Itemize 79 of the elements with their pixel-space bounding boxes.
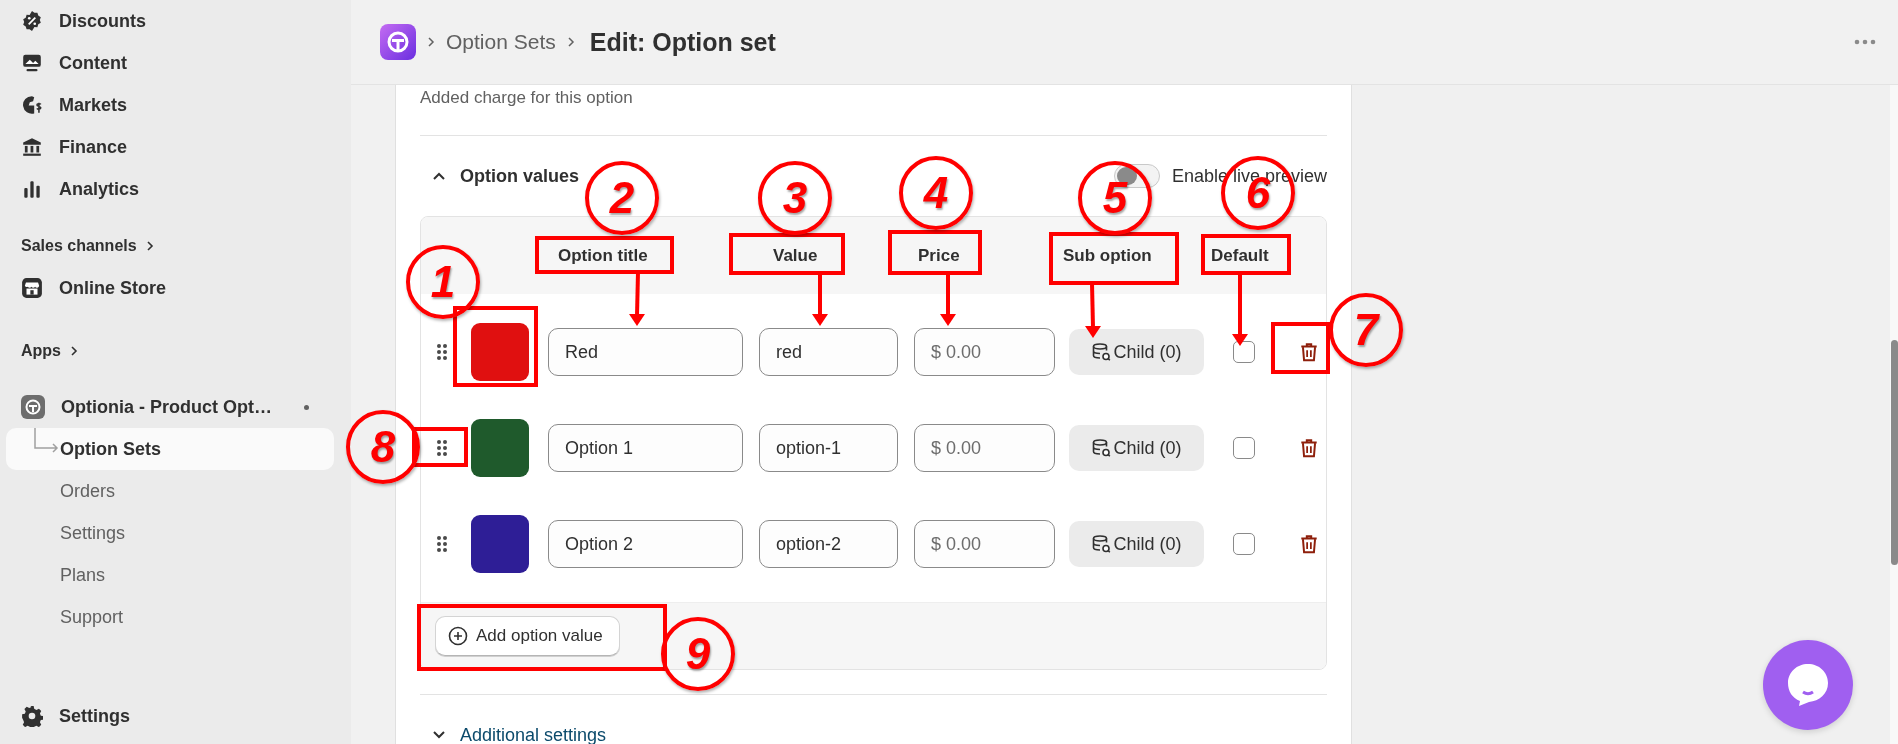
color-swatch[interactable] xyxy=(471,515,529,573)
sub-nav-item[interactable]: Option Sets xyxy=(6,428,334,470)
drag-handle-icon[interactable] xyxy=(435,534,449,554)
default-checkbox[interactable] xyxy=(1233,437,1255,459)
chevron-down-icon xyxy=(432,730,446,740)
chat-bubble-icon xyxy=(1786,662,1830,708)
option-title-field[interactable]: Option 1 xyxy=(548,424,743,472)
trash-icon[interactable] xyxy=(1298,437,1320,459)
column-header: Value xyxy=(772,245,819,266)
add-option-button[interactable]: Add option value xyxy=(435,616,620,656)
callout-number: 3 xyxy=(758,161,832,235)
storefront-icon xyxy=(21,277,43,299)
page-title: Edit: Option set xyxy=(589,27,776,57)
database-link-icon xyxy=(1091,342,1112,362)
breadcrumb-link[interactable]: Option Sets xyxy=(446,30,556,54)
nav-item[interactable]: Online Store xyxy=(0,267,351,309)
child-button[interactable]: Child (0) xyxy=(1069,329,1204,375)
globe-dollar-icon xyxy=(21,94,43,116)
price-field[interactable]: $ 0.00 xyxy=(914,520,1055,568)
bar-chart-icon xyxy=(21,178,43,200)
nav-item[interactable]: Analytics xyxy=(0,168,351,210)
column-header: Option title xyxy=(557,245,649,266)
callout-number: 9 xyxy=(661,617,735,691)
database-link-icon xyxy=(1091,438,1112,458)
nav-item[interactable]: Settings xyxy=(0,695,351,737)
sub-nav-item[interactable]: Settings xyxy=(6,512,334,554)
status-dot-icon xyxy=(304,404,309,410)
chevron-right-icon xyxy=(426,35,436,49)
column-header: Default xyxy=(1211,245,1269,266)
more-dots-icon xyxy=(1854,39,1876,45)
trash-icon[interactable] xyxy=(1298,533,1320,555)
chevron-right-icon xyxy=(565,35,576,49)
sub-nav-item[interactable]: Support xyxy=(6,596,334,638)
app-logo-icon xyxy=(380,24,416,60)
settings-icon xyxy=(21,705,43,727)
callout-number: 1 xyxy=(406,245,480,319)
chevron-right-icon xyxy=(69,345,79,357)
help-text: Added charge for this option xyxy=(420,87,634,109)
section-heading[interactable]: Apps xyxy=(0,330,351,372)
option-title-field[interactable]: Option 2 xyxy=(548,520,743,568)
app-logo-icon xyxy=(21,395,45,419)
scrollbar[interactable] xyxy=(1890,85,1898,744)
color-swatch[interactable] xyxy=(471,323,529,381)
drag-handle-icon[interactable] xyxy=(435,438,449,458)
callout-number: 2 xyxy=(585,161,659,235)
value-field[interactable]: option-2 xyxy=(759,520,898,568)
database-link-icon xyxy=(1091,534,1112,554)
nav-item[interactable]: Content xyxy=(0,42,351,84)
value-field[interactable]: red xyxy=(759,328,898,376)
discount-badge-icon xyxy=(21,10,43,32)
callout-number: 7 xyxy=(1329,293,1403,367)
option-title-field[interactable]: Red xyxy=(548,328,743,376)
callout-number: 4 xyxy=(899,156,973,230)
chevron-right-icon xyxy=(144,240,155,252)
section-toggle[interactable]: Option values xyxy=(432,165,580,187)
plus-circle-icon xyxy=(448,626,468,646)
nav-item[interactable]: Discounts xyxy=(0,0,351,42)
default-checkbox[interactable] xyxy=(1233,533,1255,555)
additional-settings-toggle[interactable]: Additional settings xyxy=(420,715,1327,744)
color-swatch[interactable] xyxy=(471,419,529,477)
callout-box xyxy=(1271,322,1330,374)
drag-handle-icon[interactable] xyxy=(435,342,449,362)
callout-box xyxy=(412,427,468,467)
value-field[interactable]: option-1 xyxy=(759,424,898,472)
child-button[interactable]: Child (0) xyxy=(1069,425,1204,471)
bank-icon xyxy=(21,136,43,158)
sub-nav-item[interactable]: Plans xyxy=(6,554,334,596)
callout-number: 8 xyxy=(346,410,420,484)
section-heading[interactable]: Sales channels xyxy=(0,225,351,267)
trash-icon[interactable] xyxy=(1298,341,1320,363)
nav-item[interactable]: Finance xyxy=(0,126,351,168)
child-button[interactable]: Child (0) xyxy=(1069,521,1204,567)
price-field[interactable]: $ 0.00 xyxy=(914,328,1055,376)
callout-number: 5 xyxy=(1078,161,1152,235)
nav-item[interactable]: Markets xyxy=(0,84,351,126)
chevron-up-icon xyxy=(432,171,446,181)
monitor-image-icon xyxy=(21,52,43,74)
sub-nav-item[interactable]: Orders xyxy=(6,470,334,512)
price-field[interactable]: $ 0.00 xyxy=(914,424,1055,472)
